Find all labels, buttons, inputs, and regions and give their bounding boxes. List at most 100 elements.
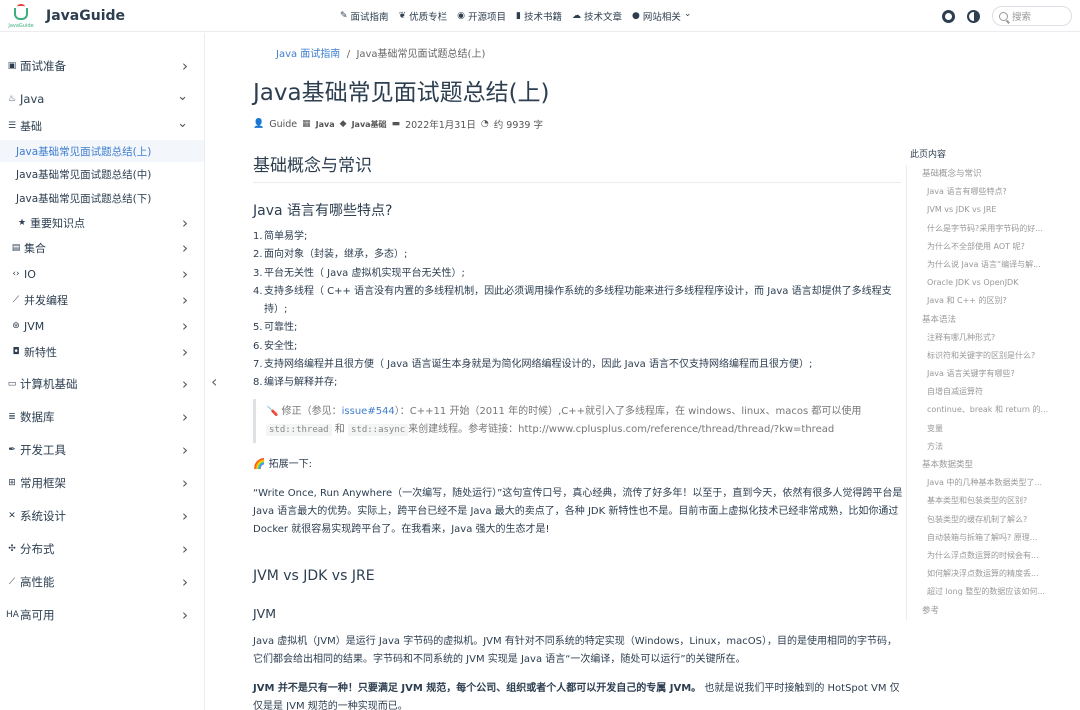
- nav-link-3[interactable]: ▮ 技术书籍: [516, 9, 562, 23]
- sidebar-item-10[interactable]: ⊛ JVM: [0, 314, 204, 338]
- theme-toggle-icon[interactable]: [967, 9, 980, 23]
- nav-link-5[interactable]: ● 网站相关 ⌄: [632, 9, 691, 23]
- sidebar-item-label: 集合: [24, 242, 46, 255]
- article-meta: 👤 Guide ▦ Java ◆ Java基础 ▬ 2022年1月31日 ◔ 约…: [253, 117, 543, 132]
- nav-link-label: 网站相关: [642, 12, 681, 23]
- toc-item[interactable]: 什么是字节码?采用字节码的好...: [907, 220, 1076, 238]
- sidebar-item-14[interactable]: ✒ 开发工具: [0, 438, 204, 462]
- sidebar-item-12[interactable]: ▭ 计算机基础: [0, 372, 204, 396]
- meta-author[interactable]: Guide: [269, 119, 297, 130]
- breadcrumb-parent[interactable]: Java 面试指南: [276, 49, 340, 60]
- heading-jvm-jdk-jre: JVM vs JDK vs JRE: [253, 568, 375, 584]
- chevron-right-icon: [182, 343, 188, 361]
- sliders-icon: ☰: [7, 121, 17, 131]
- issue-link[interactable]: issue#544: [342, 406, 395, 417]
- chevron-down-icon: [177, 92, 188, 107]
- toc-item[interactable]: 如何解决浮点数运算的精度丢...: [907, 565, 1076, 583]
- toc-item[interactable]: Java 和 C++ 的区别?: [907, 292, 1076, 310]
- sidebar-item-1[interactable]: ♨ Java: [0, 87, 204, 111]
- brand-link[interactable]: JavaGuide JavaGuide: [6, 4, 125, 29]
- feature-item: 2. 面向对象（封装，继承，多态）;: [253, 249, 408, 261]
- chevron-right-icon: [182, 214, 188, 232]
- toc-item[interactable]: 基本语法: [907, 311, 1076, 329]
- sidebar-item-8[interactable]: ‹› IO: [0, 262, 204, 286]
- sidebar-item-17[interactable]: ✣ 分布式: [0, 537, 204, 561]
- sidebar-item-19[interactable]: HA 高可用: [0, 603, 204, 627]
- sidebar-item-2[interactable]: ☰ 基础: [0, 114, 204, 138]
- sidebar-item-label: 高性能: [20, 575, 55, 589]
- sidebar-item-label: 基础: [20, 120, 42, 133]
- sidebar-item-16[interactable]: ✕ 系统设计: [0, 504, 204, 528]
- sidebar-item-0[interactable]: ▣ 面试准备: [0, 54, 204, 78]
- meta-words: 约 9939 字: [493, 120, 543, 131]
- meta-category[interactable]: Java: [316, 120, 335, 129]
- sidebar-item-18[interactable]: ⟋ 高性能: [0, 570, 204, 594]
- sidebar-item-5[interactable]: Java基础常见面试题总结(下): [0, 187, 204, 209]
- top-navbar: JavaGuide JavaGuide ✎ 面试指南 ❦ 优质专栏 ◉ 开源项目 ▮ 技术书籍…: [0, 0, 1080, 32]
- sidebar-item-label: 面试准备: [20, 59, 66, 73]
- toc-item[interactable]: 参考: [907, 602, 1076, 620]
- toc-item[interactable]: 超过 long 整型的数据应该如何...: [907, 583, 1076, 601]
- sidebar-item-11[interactable]: ◘ 新特性: [0, 340, 204, 364]
- breadcrumb-current: Java基础常见面试题总结(上): [356, 49, 486, 60]
- toc-title: 此页内容: [910, 150, 947, 160]
- toc-item[interactable]: 基本数据类型: [907, 456, 1076, 474]
- sidebar-item-4[interactable]: Java基础常见面试题总结(中): [0, 163, 204, 185]
- heading-jvm: JVM: [253, 606, 277, 621]
- toc-item[interactable]: 包装类型的缓存机制了解么?: [907, 511, 1076, 529]
- toc-item[interactable]: 为什么说 Java 语言“编译与解...: [907, 256, 1076, 274]
- nav-link-2[interactable]: ◉ 开源项目: [457, 9, 506, 23]
- jvm-icon: ⊛: [12, 321, 20, 331]
- toc-item[interactable]: 注释有哪几种形式?: [907, 329, 1076, 347]
- chevron-right-icon: [182, 57, 188, 75]
- jvm-paragraph-2: JVM 并不是只有一种！只要满足 JVM 规范，每个公司、组织或者个人都可以开发…: [253, 683, 900, 710]
- sidebar-item-label: Java基础常见面试题总结(中): [16, 168, 152, 181]
- sidebar-item-6[interactable]: ★ 重要知识点: [0, 211, 204, 235]
- toc-item[interactable]: 自增自减运算符: [907, 383, 1076, 401]
- toc-item[interactable]: 为什么不全部使用 AOT 呢?: [907, 238, 1076, 256]
- chevron-right-icon: [182, 573, 188, 591]
- perf-icon: ⟋: [8, 577, 16, 587]
- toc-item[interactable]: Java 语言关键字有哪些?: [907, 365, 1076, 383]
- sidebar-item-15[interactable]: ⊞ 常用框架: [0, 471, 204, 495]
- github-icon[interactable]: [942, 9, 955, 23]
- sidebar-item-label: 系统设计: [20, 509, 66, 523]
- nav-links: ✎ 面试指南 ❦ 优质专栏 ◉ 开源项目 ▮ 技术书籍 ☁ 技术文章 ● 网站相关 ⌄: [340, 0, 691, 32]
- toc-item[interactable]: 标识符和关键字的区别是什么?: [907, 347, 1076, 365]
- heading-basic-concepts: 基础概念与常识: [253, 151, 901, 183]
- toc-item[interactable]: Oracle JDK vs OpenJDK: [907, 274, 1076, 292]
- feature-item: 7. 支持网络编程并且很方便（ Java 语言诞生本身就是为简化网络编程设计的，因…: [253, 359, 813, 371]
- calendar-icon: ▬: [391, 119, 401, 129]
- book-icon: ▮: [516, 11, 521, 21]
- toc-item[interactable]: 自动装箱与拆箱了解吗? 原理...: [907, 529, 1076, 547]
- chart-icon: ⟋: [12, 295, 20, 305]
- toc-item[interactable]: 基础概念与常识: [907, 165, 1076, 183]
- sidebar-item-13[interactable]: ≣ 数据库: [0, 405, 204, 429]
- nav-actions: 搜索: [942, 0, 1072, 32]
- search-box[interactable]: 搜索: [992, 6, 1072, 26]
- toc-item[interactable]: 方法: [907, 438, 1076, 456]
- feature-item: 5. 可靠性;: [253, 322, 298, 334]
- breadcrumb-separator: /: [346, 49, 351, 60]
- code-std-thread: std::thread: [266, 424, 332, 436]
- toc-item[interactable]: continue、break 和 return 的...: [907, 401, 1076, 419]
- nav-link-4[interactable]: ☁ 技术文章: [572, 9, 622, 23]
- nav-link-1[interactable]: ❦ 优质专栏: [399, 9, 448, 23]
- chevron-right-icon: [182, 540, 188, 558]
- java-icon: ♨: [7, 94, 17, 104]
- nav-link-0[interactable]: ✎ 面试指南: [340, 9, 389, 23]
- sidebar-item-7[interactable]: ▤ 集合: [0, 236, 204, 260]
- sidebar-item-3[interactable]: Java基础常见面试题总结(上): [0, 140, 204, 162]
- sidebar-item-9[interactable]: ⟋ 并发编程: [0, 288, 204, 312]
- meta-tag[interactable]: Java基础: [352, 119, 387, 130]
- toc-item[interactable]: Java 中的几种基本数据类型了...: [907, 474, 1076, 492]
- chevron-down-icon: ⌄: [683, 9, 692, 19]
- toc-list: 基础概念与常识 Java 语言有哪些特点? JVM vs JDK vs JRE 什么是…: [906, 165, 1076, 620]
- toc-item[interactable]: 基本类型和包装类型的区别?: [907, 492, 1076, 510]
- toc-item[interactable]: JVM vs JDK vs JRE: [907, 201, 1076, 219]
- toc-item[interactable]: 为什么浮点数运算的时候会有...: [907, 547, 1076, 565]
- toc-item[interactable]: 变量: [907, 420, 1076, 438]
- toc-item[interactable]: Java 语言有哪些特点?: [907, 183, 1076, 201]
- sidebar-item-label: 常用框架: [20, 476, 66, 490]
- ha-icon: HA: [6, 610, 19, 620]
